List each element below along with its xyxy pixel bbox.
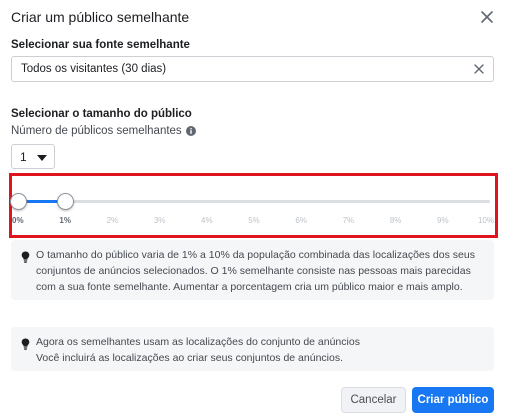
source-value: Todos os visitantes (30 dias) [21, 63, 167, 75]
lookalike-count-row: Número de públicos semelhantes [11, 125, 196, 137]
audience-size-label: Selecionar o tamanho do público [11, 108, 192, 120]
info-line: conjuntos de anúncios selecionados. O 1%… [36, 265, 471, 277]
info-line: com a sua fonte semelhante. Aumentar a p… [36, 281, 463, 293]
lookalike-count-select[interactable]: 1 [11, 144, 55, 169]
clear-icon[interactable] [473, 63, 485, 75]
source-label: Selecionar sua fonte semelhante [11, 39, 190, 51]
info-line: Você incluirá as localizações ao criar s… [36, 352, 344, 364]
lookalike-count-value: 1 [20, 150, 27, 164]
chevron-down-icon [37, 155, 47, 161]
size-info-box: O tamanho do público varia de 1% a 10% d… [11, 240, 494, 300]
slider-tick-label: 0% [12, 216, 24, 225]
locations-info-text: Agora os semelhantes usam as localizaçõe… [36, 334, 480, 366]
size-info-text: O tamanho do público varia de 1% a 10% d… [36, 247, 480, 295]
close-icon[interactable] [480, 10, 494, 24]
create-audience-button[interactable]: Criar público [412, 387, 494, 413]
lookalike-count-label: Número de públicos semelhantes [11, 125, 182, 137]
info-line: Agora os semelhantes usam as localizaçõe… [36, 336, 360, 348]
slider-thumb-start[interactable] [9, 193, 27, 210]
slider-tick-label: 7% [342, 216, 355, 225]
info-line: O tamanho do público varia de 1% a 10% d… [36, 249, 475, 261]
lightbulb-icon [21, 251, 30, 263]
locations-info-box: Agora os semelhantes usam as localizaçõe… [11, 327, 494, 371]
slider-tick-label: 1% [59, 216, 71, 225]
highlight-frame [9, 173, 498, 238]
slider-tick-label: 9% [437, 216, 449, 225]
cancel-button[interactable]: Cancelar [341, 387, 406, 413]
slider-thumb-end[interactable] [56, 193, 74, 210]
slider-tick-label: 10% [477, 216, 494, 225]
slider-tick-label: 2% [106, 216, 119, 225]
slider-tick-label: 3% [153, 216, 166, 225]
source-field[interactable]: Todos os visitantes (30 dias) [11, 56, 494, 82]
slider-tick-label: 4% [201, 216, 213, 225]
slider-tick-label: 8% [389, 216, 402, 225]
dialog-title: Criar um público semelhante [11, 9, 190, 25]
slider-tick-label: 6% [295, 216, 307, 225]
lightbulb-icon [21, 338, 30, 350]
slider-tick-label: 5% [248, 216, 260, 225]
size-slider-track[interactable] [18, 200, 490, 203]
info-icon[interactable] [185, 126, 196, 136]
